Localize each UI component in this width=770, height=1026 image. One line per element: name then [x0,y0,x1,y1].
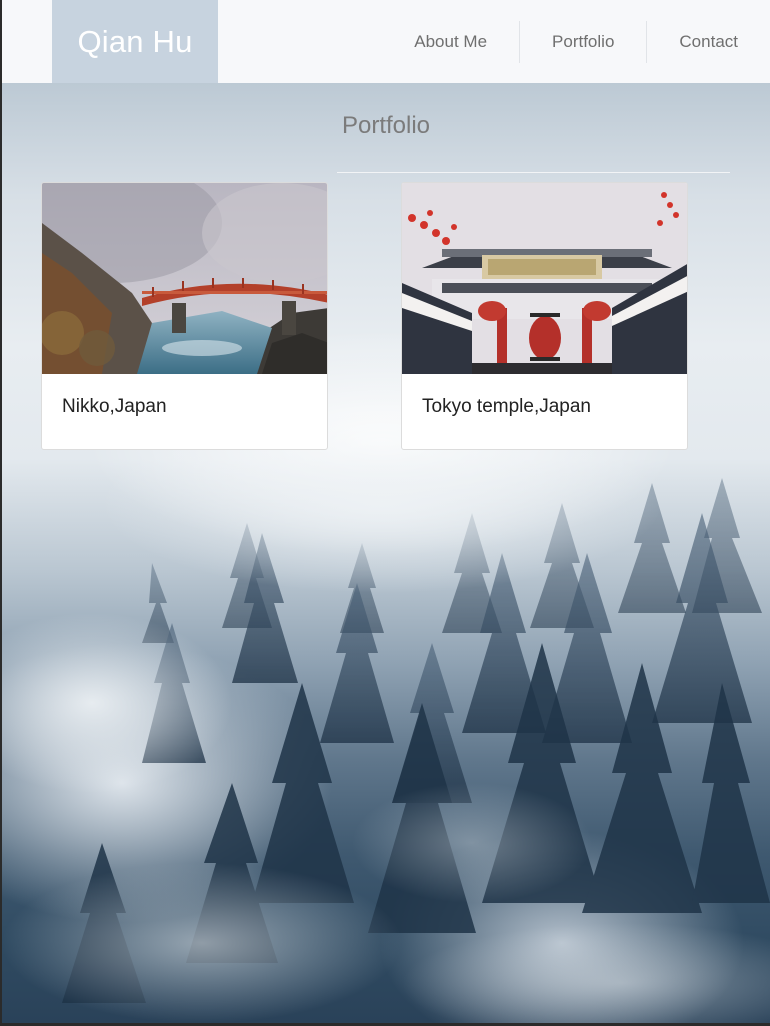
section-title: Portfolio [341,112,431,139]
temple-photo[interactable] [402,183,687,374]
nav-contact[interactable]: Contact [646,20,770,63]
brand-logo[interactable]: Qian Hu [52,0,218,83]
portfolio-card-nikko[interactable]: Nikko,Japan [41,182,328,450]
bridge-photo[interactable] [42,183,327,374]
card-title: Tokyo temple,Japan [422,396,591,417]
portfolio-card-tokyo-temple[interactable]: Tokyo temple,Japan [401,182,688,450]
site-header: Qian Hu About Me Portfolio Contact [2,0,770,83]
section-divider [337,172,730,173]
nav-about-me[interactable]: About Me [382,21,519,63]
nav-portfolio[interactable]: Portfolio [519,20,646,63]
main-nav: About Me Portfolio Contact [382,0,770,83]
card-title: Nikko,Japan [62,396,167,417]
